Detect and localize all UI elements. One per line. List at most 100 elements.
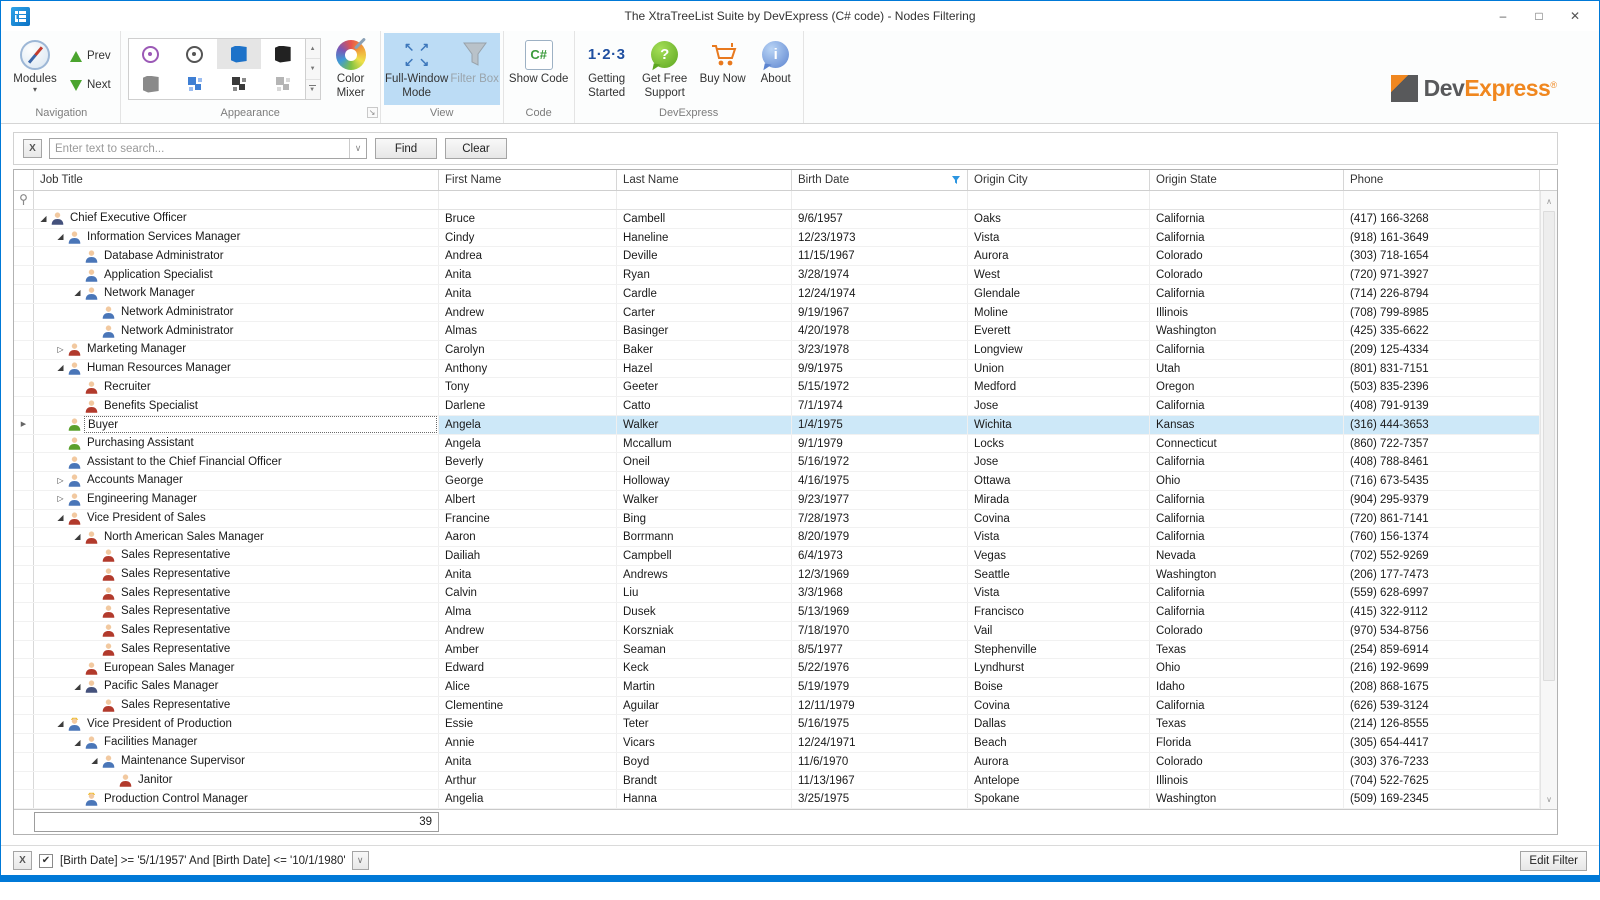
tree-row[interactable]: ▷Accounts ManagerGeorgeHolloway4/16/1975…	[14, 472, 1557, 491]
cell-origin-city[interactable]: Mirada	[968, 491, 1150, 509]
cell-origin-state[interactable]: Idaho	[1150, 678, 1344, 696]
cell-first-name[interactable]: Alice	[439, 678, 617, 696]
cell-phone[interactable]: (801) 831-7151	[1344, 360, 1540, 378]
cell-phone[interactable]: (408) 791-9139	[1344, 397, 1540, 415]
filter-close-button[interactable]: X	[13, 851, 32, 870]
cell-job-title[interactable]: European Sales Manager	[34, 659, 439, 677]
cell-phone[interactable]: (918) 161-3649	[1344, 229, 1540, 247]
cell-origin-city[interactable]: Ottawa	[968, 472, 1150, 490]
cell-first-name[interactable]: Aaron	[439, 528, 617, 546]
cell-origin-city[interactable]: West	[968, 266, 1150, 284]
cell-phone[interactable]: (408) 788-8461	[1344, 453, 1540, 471]
tree-row[interactable]: Sales RepresentativeDailiahCampbell6/4/1…	[14, 547, 1557, 566]
cell-job-title[interactable]: Sales Representative	[34, 566, 439, 584]
cell-origin-state[interactable]: California	[1150, 397, 1344, 415]
cell-origin-city[interactable]: Oaks	[968, 210, 1150, 228]
collapse-node-icon[interactable]: ◢	[54, 360, 67, 378]
tree-row[interactable]: ◢Vice President of SalesFrancineBing7/28…	[14, 510, 1557, 529]
collapse-node-icon[interactable]: ◢	[54, 510, 67, 528]
cell-last-name[interactable]: Holloway	[617, 472, 792, 490]
theme-office-black[interactable]	[261, 39, 305, 69]
cell-first-name[interactable]: Angela	[439, 435, 617, 453]
cell-job-title[interactable]: Buyer	[34, 416, 439, 434]
cell-job-title[interactable]: Sales Representative	[34, 547, 439, 565]
cell-origin-state[interactable]: Texas	[1150, 641, 1344, 659]
tree-row[interactable]: ◢North American Sales ManagerAaronBorrma…	[14, 528, 1557, 547]
cell-birth-date[interactable]: 3/25/1975	[792, 790, 968, 808]
cell-last-name[interactable]: Hazel	[617, 360, 792, 378]
cell-job-title[interactable]: Sales Representative	[34, 641, 439, 659]
cell-origin-state[interactable]: California	[1150, 229, 1344, 247]
find-button[interactable]: Find	[375, 138, 437, 159]
scroll-up-icon[interactable]: ∧	[1541, 193, 1557, 209]
cell-origin-state[interactable]: California	[1150, 584, 1344, 602]
cell-origin-city[interactable]: Spokane	[968, 790, 1150, 808]
tree-row[interactable]: Sales RepresentativeAmberSeaman8/5/1977S…	[14, 641, 1557, 660]
cell-birth-date[interactable]: 8/5/1977	[792, 641, 968, 659]
cell-birth-date[interactable]: 11/15/1967	[792, 247, 968, 265]
search-close-button[interactable]: X	[23, 139, 42, 158]
collapse-node-icon[interactable]: ◢	[71, 285, 84, 303]
cell-phone[interactable]: (305) 654-4417	[1344, 734, 1540, 752]
cell-phone[interactable]: (216) 192-9699	[1344, 659, 1540, 677]
cell-birth-date[interactable]: 11/13/1967	[792, 772, 968, 790]
cell-origin-state[interactable]: Florida	[1150, 734, 1344, 752]
cell-origin-city[interactable]: Francisco	[968, 603, 1150, 621]
cell-job-title[interactable]: ◢Human Resources Manager	[34, 360, 439, 378]
cell-origin-city[interactable]: Seattle	[968, 566, 1150, 584]
theme-office-gray[interactable]	[129, 69, 173, 99]
cell-first-name[interactable]: Andrew	[439, 304, 617, 322]
getting-started-button[interactable]: 1·2·3 Getting Started	[578, 33, 636, 105]
cell-job-title[interactable]: ◢Vice President of Production	[34, 715, 439, 733]
column-header-birth-date[interactable]: Birth Date	[792, 170, 968, 190]
next-button[interactable]: Next	[66, 75, 115, 95]
filter-expression[interactable]: [Birth Date] >= '5/1/1957' And [Birth Da…	[60, 855, 346, 867]
cell-origin-city[interactable]: Vista	[968, 229, 1150, 247]
cell-origin-state[interactable]: California	[1150, 510, 1344, 528]
cell-last-name[interactable]: Seaman	[617, 641, 792, 659]
cell-origin-state[interactable]: California	[1150, 697, 1344, 715]
cell-origin-city[interactable]: Dallas	[968, 715, 1150, 733]
cell-phone[interactable]: (720) 971-3927	[1344, 266, 1540, 284]
cell-phone[interactable]: (720) 861-7141	[1344, 510, 1540, 528]
theme-circle-purple[interactable]	[129, 39, 173, 69]
cell-phone[interactable]: (860) 722-7357	[1344, 435, 1540, 453]
cell-job-title[interactable]: Network Administrator	[34, 304, 439, 322]
cell-birth-date[interactable]: 1/4/1975	[792, 416, 968, 434]
collapse-node-icon[interactable]: ◢	[71, 734, 84, 752]
dialog-launcher-icon[interactable]: ↘	[367, 107, 378, 118]
cell-phone[interactable]: (316) 444-3653	[1344, 416, 1540, 434]
cell-last-name[interactable]: Korszniak	[617, 622, 792, 640]
tree-row[interactable]: Purchasing AssistantAngelaMccallum9/1/19…	[14, 435, 1557, 454]
cell-phone[interactable]: (970) 534-8756	[1344, 622, 1540, 640]
gallery-dropdown-button[interactable]: ▼	[306, 80, 320, 99]
cell-last-name[interactable]: Hanna	[617, 790, 792, 808]
scroll-thumb[interactable]	[1543, 211, 1555, 681]
get-free-support-button[interactable]: ? Get Free Support	[636, 33, 694, 105]
cell-origin-city[interactable]: Vegas	[968, 547, 1150, 565]
cell-first-name[interactable]: Anita	[439, 566, 617, 584]
cell-phone[interactable]: (760) 156-1374	[1344, 528, 1540, 546]
cell-first-name[interactable]: Annie	[439, 734, 617, 752]
cell-first-name[interactable]: Albert	[439, 491, 617, 509]
tree-row[interactable]: Production Control ManagerAngeliaHanna3/…	[14, 790, 1557, 809]
tree-row[interactable]: ◢Human Resources ManagerAnthonyHazel9/9/…	[14, 360, 1557, 379]
cell-last-name[interactable]: Keck	[617, 659, 792, 677]
cell-phone[interactable]: (714) 226-8794	[1344, 285, 1540, 303]
cell-last-name[interactable]: Baker	[617, 341, 792, 359]
cell-phone[interactable]: (704) 522-7625	[1344, 772, 1540, 790]
cell-birth-date[interactable]: 7/28/1973	[792, 510, 968, 528]
show-code-button[interactable]: C# Show Code	[507, 33, 571, 105]
cell-job-title[interactable]: Janitor	[34, 772, 439, 790]
gallery-down-button[interactable]: ▼	[306, 59, 320, 79]
tree-row[interactable]: ◢Network ManagerAnitaCardle12/24/1974Gle…	[14, 285, 1557, 304]
cell-job-title[interactable]: Network Administrator	[34, 322, 439, 340]
color-mixer-button[interactable]: Color Mixer	[325, 33, 377, 105]
cell-last-name[interactable]: Martin	[617, 678, 792, 696]
cell-origin-state[interactable]: Oregon	[1150, 378, 1344, 396]
cell-job-title[interactable]: Sales Representative	[34, 584, 439, 602]
cell-birth-date[interactable]: 9/6/1957	[792, 210, 968, 228]
column-header-origin-city[interactable]: Origin City	[968, 170, 1150, 190]
column-filter-icon[interactable]	[951, 175, 961, 185]
cell-origin-state[interactable]: California	[1150, 528, 1344, 546]
